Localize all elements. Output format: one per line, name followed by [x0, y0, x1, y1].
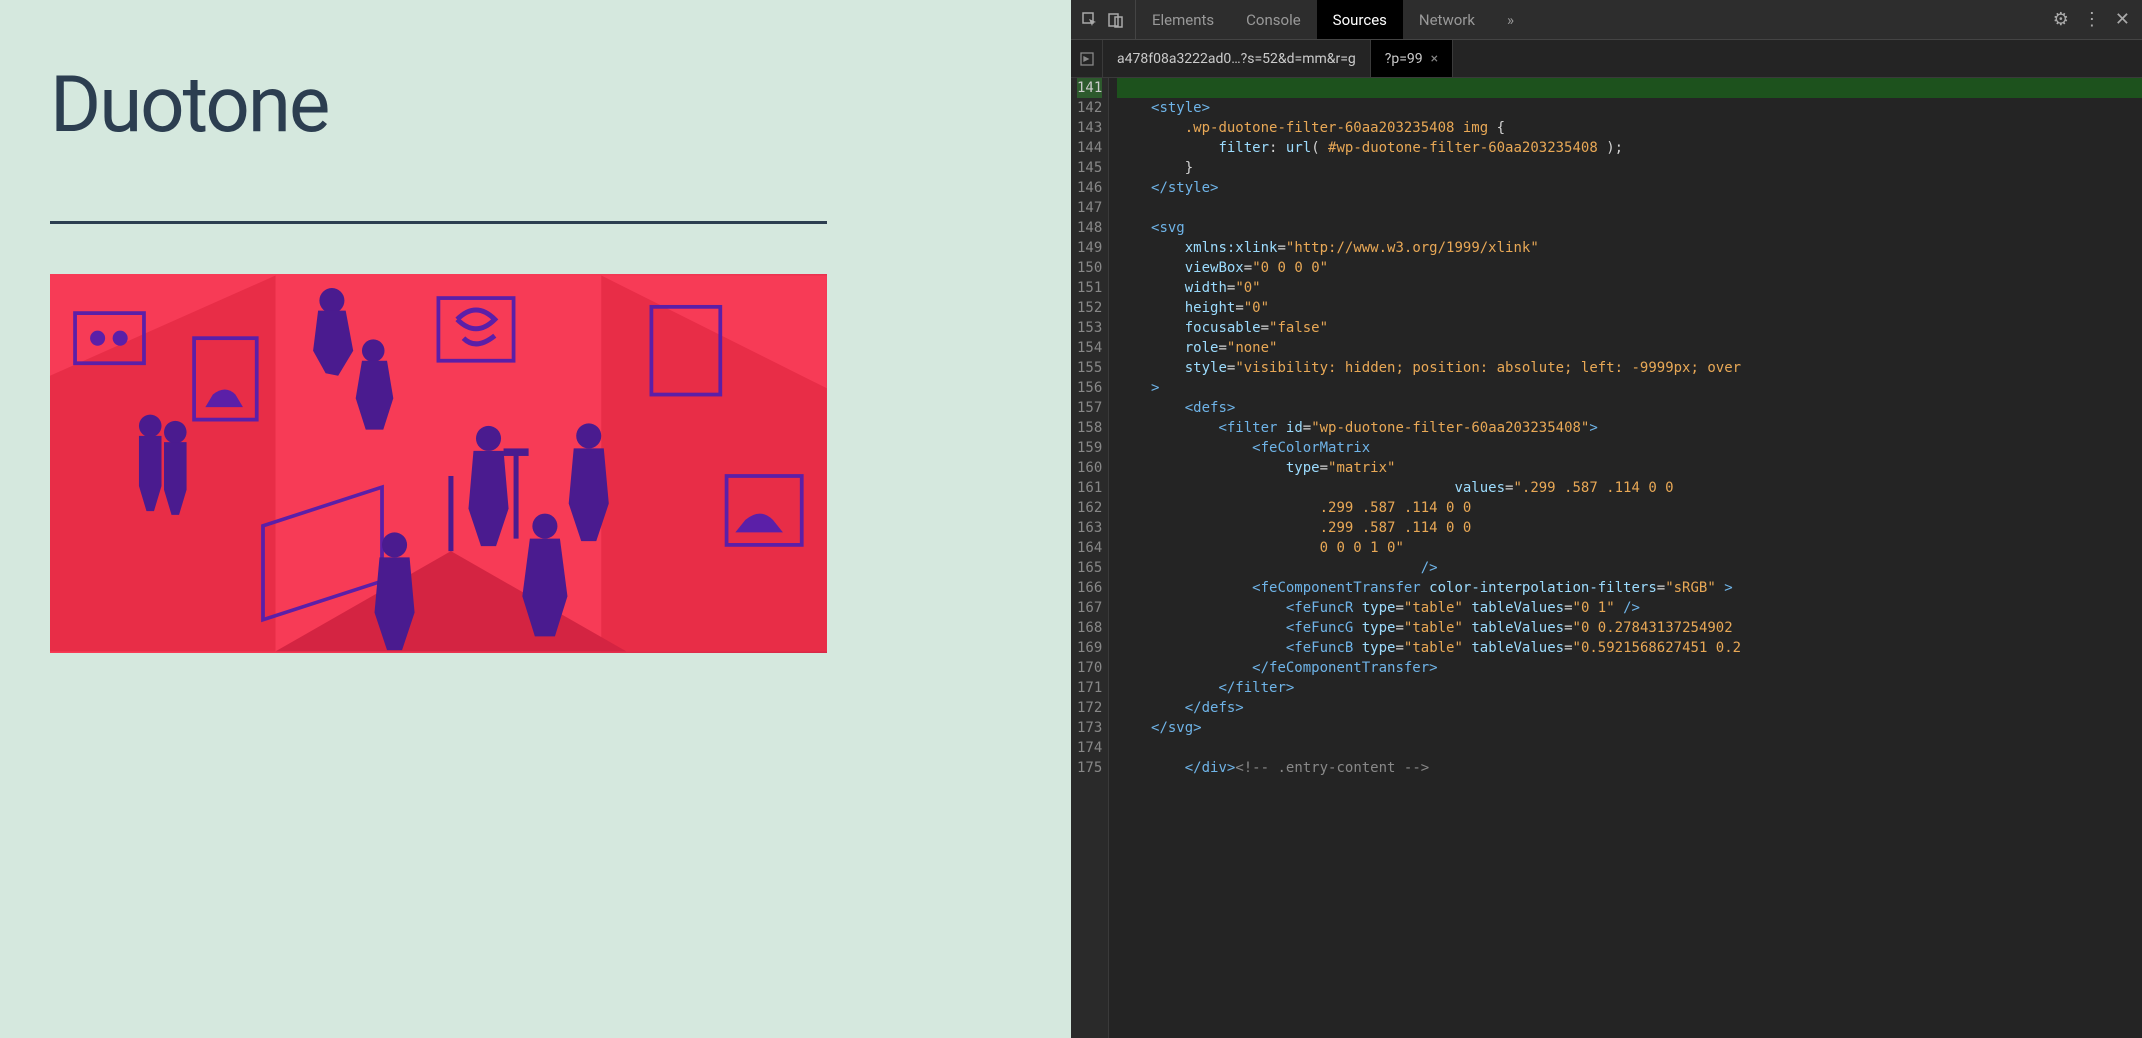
title-divider	[50, 221, 827, 224]
file-tab-label: a478f08a3222ad0…?s=52&d=mm&r=g	[1117, 51, 1356, 67]
page-script-icon[interactable]	[1071, 40, 1103, 77]
code-editor[interactable]: 1411421431441451461471481491501511521531…	[1071, 78, 2142, 1038]
kebab-menu-icon[interactable]: ⋮	[2083, 9, 2101, 30]
devtools-panel: Elements Console Sources Network » ⚙ ⋮ ✕…	[1071, 0, 2142, 1038]
toolbar-right-icons: ⚙ ⋮ ✕	[2041, 9, 2142, 30]
close-icon[interactable]: ✕	[2115, 9, 2130, 30]
devtools-main-toolbar: Elements Console Sources Network » ⚙ ⋮ ✕	[1071, 0, 2142, 40]
page-title: Duotone	[50, 60, 1021, 151]
source-file-tabs: a478f08a3222ad0…?s=52&d=mm&r=g ?p=99 ×	[1071, 40, 2142, 78]
device-toggle-icon[interactable]	[1107, 11, 1125, 29]
close-tab-icon[interactable]: ×	[1431, 51, 1438, 67]
file-tab-active[interactable]: ?p=99 ×	[1371, 40, 1453, 77]
duotone-preview-image	[50, 274, 827, 653]
tab-sources[interactable]: Sources	[1317, 0, 1403, 39]
file-tab-gravatar[interactable]: a478f08a3222ad0…?s=52&d=mm&r=g	[1103, 40, 1371, 77]
tab-more[interactable]: »	[1491, 0, 1530, 39]
tab-network[interactable]: Network	[1403, 0, 1491, 39]
line-number-gutter: 1411421431441451461471481491501511521531…	[1071, 78, 1109, 1038]
gallery-illustration	[50, 274, 827, 653]
gear-icon[interactable]: ⚙	[2053, 9, 2069, 30]
tab-elements[interactable]: Elements	[1136, 0, 1230, 39]
devtools-panel-tabs: Elements Console Sources Network »	[1136, 0, 2041, 39]
inspect-element-icon[interactable]	[1081, 11, 1099, 29]
toolbar-icon-group	[1071, 0, 1136, 39]
code-content[interactable]: <style> .wp-duotone-filter-60aa203235408…	[1109, 78, 2142, 1038]
tab-console[interactable]: Console	[1230, 0, 1317, 39]
file-tab-label: ?p=99	[1385, 51, 1423, 67]
page-content-pane: Duotone	[0, 0, 1071, 1038]
